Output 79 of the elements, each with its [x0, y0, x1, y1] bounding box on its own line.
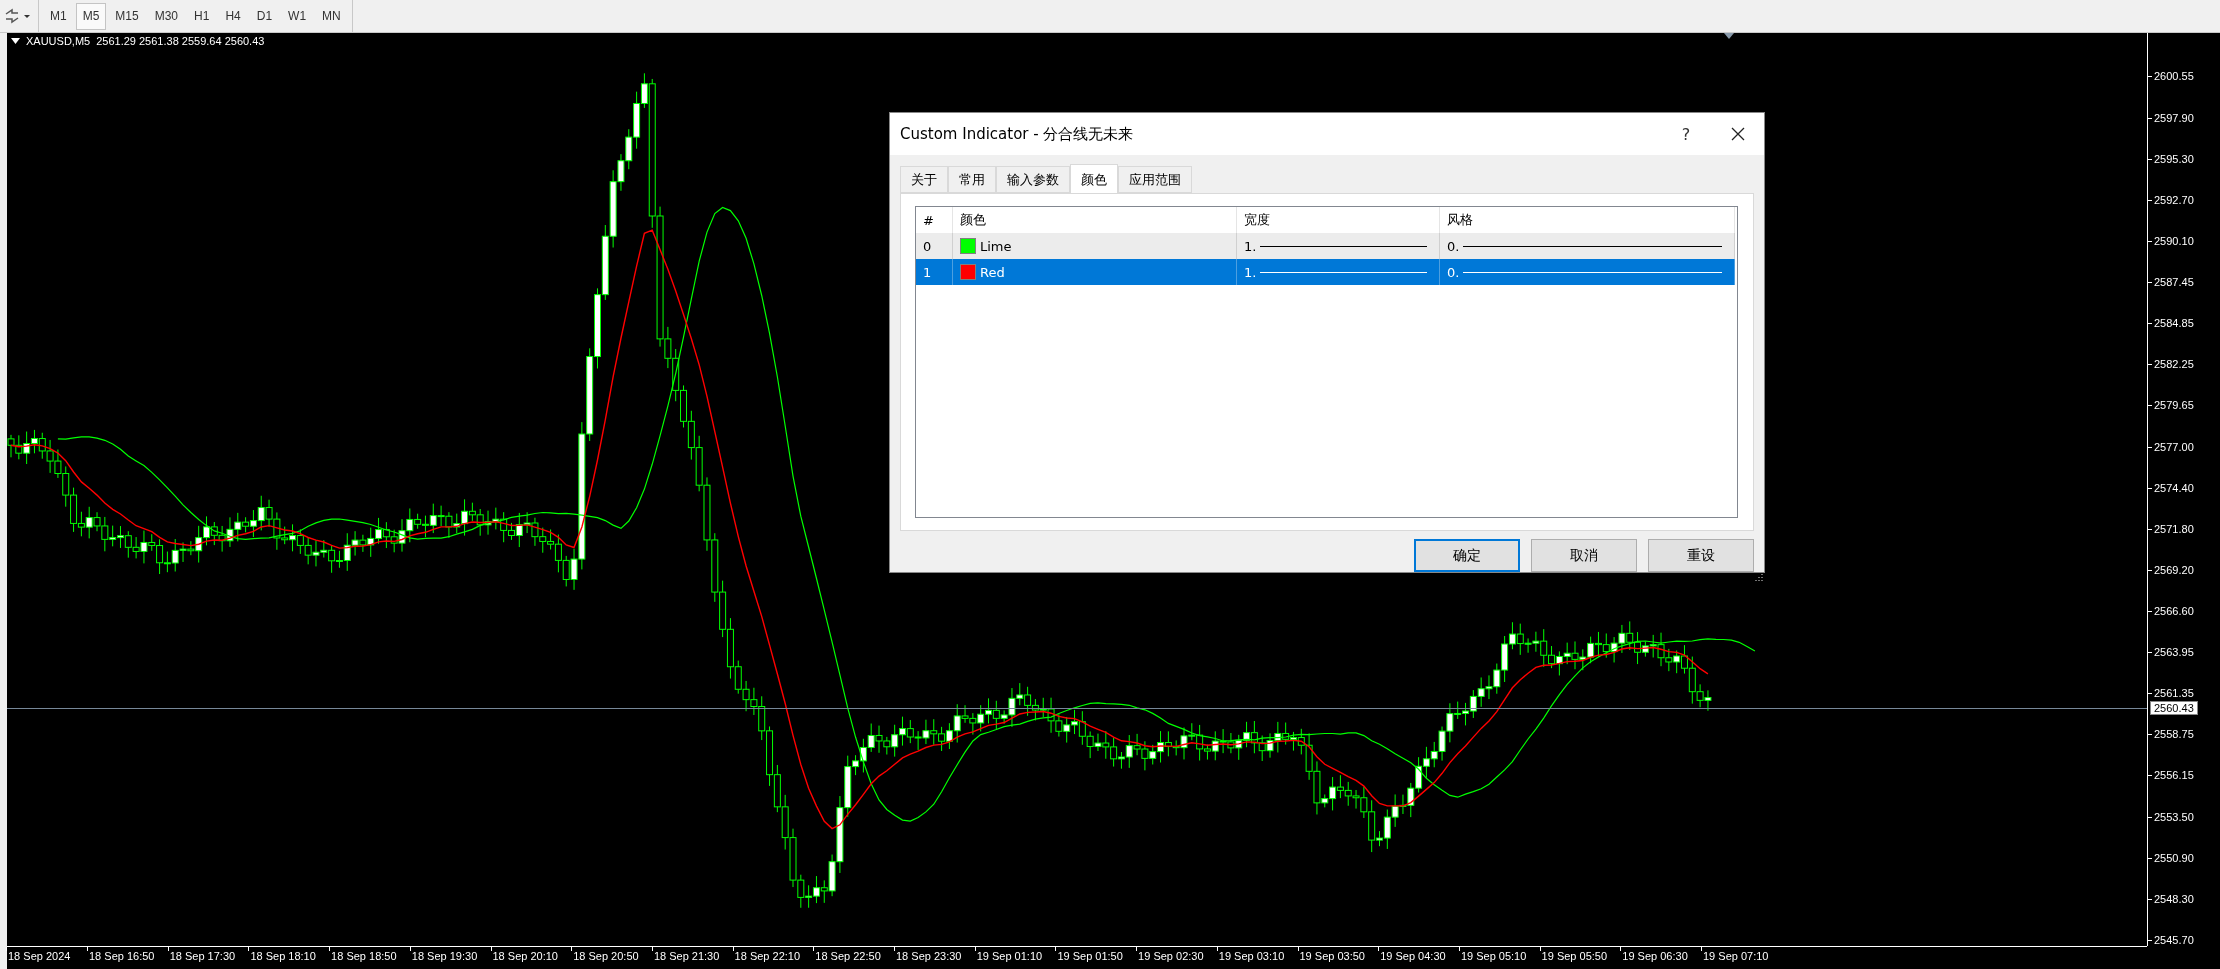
price-label: 2584.85 — [2154, 317, 2194, 330]
time-label: 18 Sep 19:30 — [411, 950, 478, 962]
color-name: Red — [980, 264, 1005, 280]
time-label: 18 Sep 16:50 — [89, 950, 155, 962]
timeframe-button[interactable]: M15 — [108, 2, 146, 30]
price-label: 2600.55 — [2154, 70, 2194, 82]
row-index: 0 — [923, 238, 932, 254]
time-label: 19 Sep 04:30 — [1380, 950, 1446, 962]
timeframe-button[interactable]: M5 — [75, 2, 107, 30]
timeframe-button[interactable]: D1 — [249, 2, 280, 30]
color-name: Lime — [980, 238, 1012, 254]
dialog-tab[interactable]: 颜色 — [1070, 164, 1118, 194]
timeframe-button[interactable]: H4 — [218, 2, 248, 30]
row-index: 1 — [923, 264, 932, 280]
time-label: 19 Sep 01:50 — [1057, 950, 1123, 962]
dialog-button[interactable]: 重设 — [1648, 539, 1754, 572]
time-label: 18 Sep 22:50 — [815, 950, 881, 962]
dialog-button[interactable]: 取消 — [1531, 539, 1637, 572]
time-label: 18 Sep 20:10 — [492, 950, 558, 962]
time-label: 19 Sep 01:10 — [976, 950, 1043, 962]
price-label: 2550.90 — [2154, 852, 2194, 864]
time-label: 19 Sep 02:30 — [1138, 950, 1204, 962]
time-label: 19 Sep 03:50 — [1299, 950, 1365, 962]
time-label: 19 Sep 05:50 — [1541, 950, 1608, 962]
price-label: 2579.65 — [2154, 399, 2194, 412]
symbol-label: XAUUSD,M5 — [26, 35, 91, 47]
price-label: 2569.20 — [2154, 563, 2194, 576]
dialog-tab[interactable]: 关于 — [900, 166, 948, 193]
price-label: 2590.10 — [2154, 234, 2194, 247]
table-row[interactable]: 0 Lime 1. 0. — [916, 233, 1735, 259]
time-label: 18 Sep 20:50 — [573, 950, 639, 962]
style-value: 0. — [1447, 238, 1460, 254]
price-label: 2561.35 — [2154, 687, 2194, 700]
dialog-tab[interactable]: 常用 — [948, 166, 996, 193]
time-label: 18 Sep 18:10 — [250, 950, 316, 962]
price-label: 2571.80 — [2154, 522, 2194, 535]
price-label: 2582.25 — [2154, 358, 2194, 371]
time-label: 18 Sep 2024 — [8, 950, 71, 962]
help-button[interactable]: ? — [1660, 113, 1712, 155]
price-label: 2566.60 — [2154, 604, 2194, 617]
time-label: 18 Sep 23:30 — [896, 950, 962, 962]
dialog-tab[interactable]: 输入参数 — [996, 166, 1070, 193]
timeframe-button[interactable]: H1 — [187, 2, 217, 30]
price-label: 2548.30 — [2154, 892, 2194, 905]
timeframe-button[interactable]: MN — [315, 2, 348, 30]
timeframe-button[interactable]: W1 — [281, 2, 314, 30]
price-label: 2545.70 — [2154, 933, 2194, 946]
width-value: 1. — [1244, 264, 1257, 280]
dropdown-icon[interactable] — [11, 38, 20, 44]
quote-values: 2561.29 2561.38 2559.64 2560.43 — [96, 35, 265, 47]
table-row[interactable]: 1 Red 1. 0. — [916, 259, 1735, 285]
time-label: 19 Sep 06:30 — [1622, 950, 1688, 962]
price-label: 2577.00 — [2154, 440, 2194, 453]
timeframe-button[interactable]: M30 — [147, 2, 186, 30]
resize-grip-icon[interactable] — [1755, 573, 1763, 581]
dialog-tab[interactable]: 应用范围 — [1118, 166, 1192, 193]
price-label: 2595.30 — [2154, 152, 2194, 165]
width-value: 1. — [1244, 238, 1257, 254]
dialog-button[interactable]: 确定 — [1414, 539, 1520, 572]
timeframe-button[interactable]: M1 — [43, 2, 74, 30]
price-label: 2597.90 — [2154, 111, 2194, 124]
time-label: 19 Sep 07:10 — [1703, 950, 1769, 962]
price-label: 2563.95 — [2154, 646, 2194, 659]
style-value: 0. — [1447, 264, 1460, 280]
close-icon — [1731, 127, 1745, 141]
time-label: 18 Sep 22:10 — [734, 950, 801, 962]
price-label: 2574.40 — [2154, 481, 2194, 494]
time-label: 18 Sep 21:30 — [653, 950, 720, 962]
dialog-title: Custom Indicator - 分合线无未来 — [900, 124, 1135, 144]
price-label: 2592.70 — [2154, 193, 2194, 206]
price-label: 2553.50 — [2154, 811, 2194, 824]
price-label: 2587.45 — [2154, 276, 2194, 289]
current-price-label: 2560.43 — [2150, 700, 2198, 715]
time-label: 19 Sep 05:10 — [1460, 950, 1527, 962]
time-label: 18 Sep 18:50 — [331, 950, 397, 962]
time-label: 18 Sep 17:30 — [169, 950, 236, 962]
time-label: 19 Sep 03:10 — [1218, 950, 1285, 962]
price-label: 2556.15 — [2154, 769, 2194, 782]
price-label: 2558.75 — [2154, 728, 2194, 741]
